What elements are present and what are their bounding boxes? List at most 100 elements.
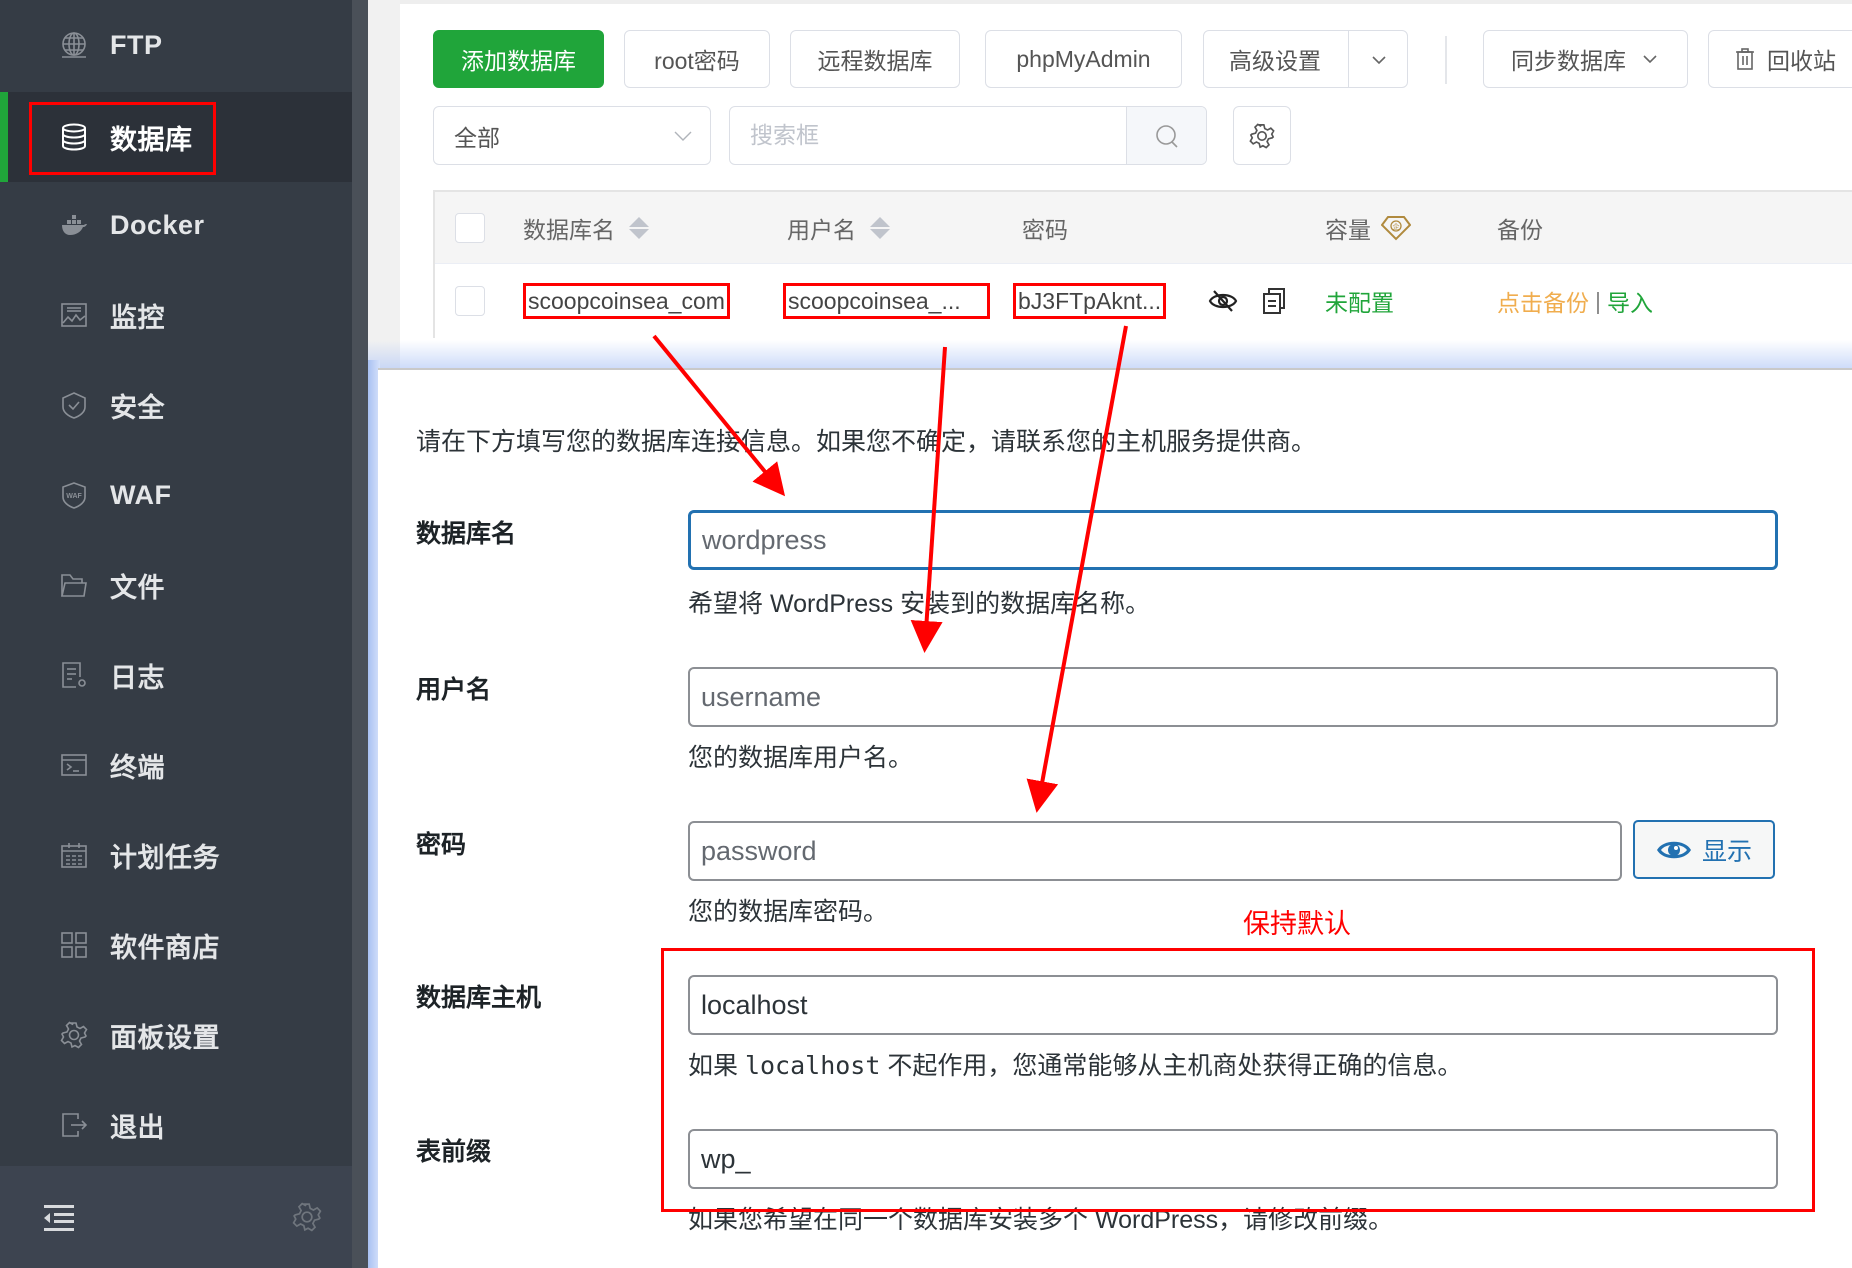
split-divider <box>1347 31 1349 87</box>
logout-icon <box>60 1111 88 1139</box>
column-header-label: 容量 <box>1325 216 1371 243</box>
chevron-down-icon <box>1640 49 1660 69</box>
calendar-icon <box>60 841 88 869</box>
phpmyadmin-button[interactable]: phpMyAdmin <box>985 30 1182 88</box>
search-box <box>729 106 1207 165</box>
sidebar-item-label: Docker <box>110 209 205 240</box>
search-button[interactable] <box>1126 107 1206 164</box>
gear-icon <box>1249 122 1275 149</box>
monitor-icon <box>60 301 88 329</box>
sidebar-item-docker[interactable]: Docker <box>0 180 352 270</box>
sidebar-item-terminal[interactable]: 终端 <box>0 720 352 810</box>
table-prefix-label: 表前缀 <box>416 1138 492 1166</box>
username-desc: 您的数据库用户名。 <box>688 744 914 772</box>
sidebar-item-files[interactable]: 文件 <box>0 540 352 630</box>
collapse-menu-icon[interactable] <box>44 1204 74 1237</box>
db-name-cell: scoopcoinsea_com <box>523 264 730 338</box>
sidebar-item-app-store[interactable]: 软件商店 <box>0 900 352 990</box>
sidebar-scrollbar[interactable] <box>352 0 368 1268</box>
table-row: scoopcoinsea_com scoopcoinsea_... bJ3FTp… <box>435 264 1852 338</box>
sidebar-item-logout[interactable]: 退出 <box>0 1080 352 1170</box>
sidebar-item-label: 日志 <box>110 662 165 693</box>
sidebar-item-waf[interactable]: WAF WAF <box>0 450 352 540</box>
advanced-settings-button[interactable]: 高级设置 <box>1203 30 1408 88</box>
annotation-highlight-database <box>29 102 216 175</box>
username-label: 用户名 <box>416 676 492 704</box>
import-link[interactable]: 导入 <box>1607 284 1653 318</box>
db-name-label: 数据库名 <box>416 520 517 548</box>
active-indicator <box>0 92 8 182</box>
search-icon <box>1154 123 1180 149</box>
sidebar-item-label: 面板设置 <box>110 1022 220 1053</box>
db-name-input[interactable]: wordpress <box>688 510 1778 570</box>
sidebar-item-logs[interactable]: 日志 <box>0 630 352 720</box>
sync-database-button[interactable]: 同步数据库 <box>1483 30 1688 88</box>
remote-database-button[interactable]: 远程数据库 <box>790 30 960 88</box>
top-divider <box>400 0 1852 4</box>
sidebar-item-ftp[interactable]: FTP <box>0 0 352 90</box>
sidebar-item-label: FTP <box>110 29 163 60</box>
capacity-status[interactable]: 未配置 <box>1325 264 1394 338</box>
sort-icon[interactable] <box>629 216 649 239</box>
db-name[interactable]: scoopcoinsea_com <box>523 283 730 319</box>
table-header: 数据库名 用户名 密码 容量 企 备份 <box>435 192 1852 264</box>
category-select-value: 全部 <box>454 124 500 151</box>
db-password-cell: bJ3FTpAknt... <box>1013 264 1167 338</box>
sidebar-item-cron[interactable]: 计划任务 <box>0 810 352 900</box>
recycle-bin-button[interactable]: 回收站 <box>1708 30 1852 88</box>
terminal-icon <box>60 751 88 779</box>
sync-database-label: 同步数据库 <box>1511 48 1626 74</box>
db-user-cell: scoopcoinsea_... <box>783 264 990 338</box>
recycle-bin-label: 回收站 <box>1767 48 1836 74</box>
svg-text:企: 企 <box>1393 222 1400 231</box>
select-all-checkbox[interactable] <box>455 212 485 243</box>
username-input[interactable]: username <box>688 667 1778 727</box>
docker-icon <box>60 211 88 239</box>
column-header-label: 数据库名 <box>523 216 615 243</box>
sidebar-item-label: 监控 <box>110 302 165 333</box>
root-password-button[interactable]: root密码 <box>624 30 770 88</box>
backup-cell: 点击备份 | 导入 <box>1497 264 1653 338</box>
settings-gear-icon[interactable] <box>292 1202 322 1237</box>
column-header-user[interactable]: 用户名 <box>787 192 890 263</box>
sidebar-item-label: 软件商店 <box>110 932 220 963</box>
waf-shield-icon: WAF <box>60 481 88 509</box>
search-input[interactable] <box>730 107 1126 164</box>
advanced-settings-label: 高级设置 <box>1229 48 1321 74</box>
column-header-capacity: 容量 企 <box>1325 192 1411 263</box>
password-input[interactable]: password <box>688 821 1622 881</box>
backup-link[interactable]: 点击备份 <box>1497 284 1589 318</box>
show-password-button[interactable]: 显示 <box>1633 820 1775 879</box>
password-label: 密码 <box>416 831 467 859</box>
copy-icon <box>1261 287 1287 315</box>
sidebar: FTP 数据库 Docker 监控 安全 WAF WAF 文件 日志 终端 计划… <box>0 0 352 1268</box>
column-header-backup: 备份 <box>1497 216 1543 243</box>
content-gutter <box>368 0 400 370</box>
trash-icon <box>1735 48 1755 70</box>
show-password-label: 显示 <box>1701 837 1752 866</box>
sidebar-item-security[interactable]: 安全 <box>0 360 352 450</box>
sort-icon[interactable] <box>870 216 890 239</box>
sidebar-item-label: 安全 <box>110 392 165 423</box>
db-user[interactable]: scoopcoinsea_... <box>783 283 990 319</box>
sidebar-item-panel-settings[interactable]: 面板设置 <box>0 990 352 1080</box>
copy-password-button[interactable] <box>1261 264 1287 338</box>
chevron-down-icon[interactable] <box>1369 49 1389 76</box>
enterprise-diamond-icon: 企 <box>1381 215 1411 241</box>
annotation-box-defaults <box>661 948 1815 1212</box>
log-icon <box>60 661 88 689</box>
category-select[interactable]: 全部 <box>433 106 711 165</box>
sidebar-item-monitor[interactable]: 监控 <box>0 270 352 360</box>
sidebar-item-label: 计划任务 <box>110 842 220 873</box>
shield-icon <box>60 391 88 419</box>
column-header-password: 密码 <box>1022 216 1068 243</box>
toggle-password-visibility[interactable] <box>1208 264 1238 338</box>
table-settings-button[interactable] <box>1233 106 1291 165</box>
eye-off-icon <box>1208 288 1238 314</box>
folder-icon <box>60 571 88 599</box>
row-checkbox[interactable] <box>455 286 485 316</box>
column-header-name[interactable]: 数据库名 <box>523 192 649 263</box>
add-database-button[interactable]: 添加数据库 <box>433 30 604 88</box>
db-password[interactable]: bJ3FTpAknt... <box>1013 283 1167 319</box>
link-divider: | <box>1595 287 1601 314</box>
